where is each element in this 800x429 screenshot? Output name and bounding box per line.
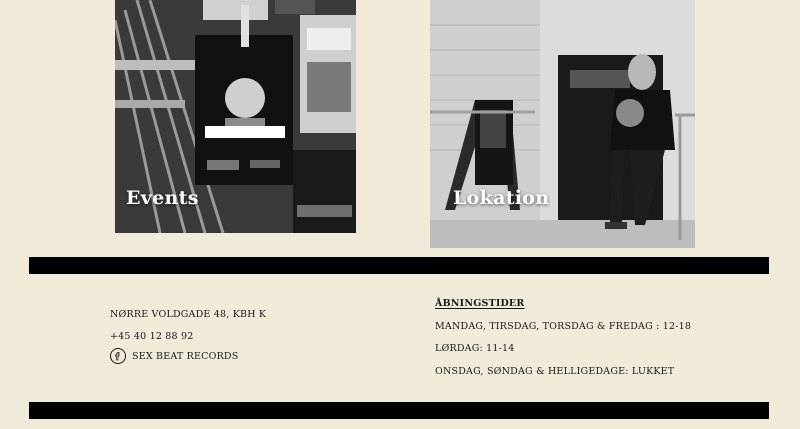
hours-line: ONSDAG, SØNDAG & HELLIGEDAGE: LUKKET: [435, 365, 675, 377]
opening-hours-block: ÅBNINGSTIDER MANDAG, TIRSDAG, TORSDAG & …: [435, 298, 691, 388]
hours-line: LØRDAG: 11-14: [435, 343, 515, 354]
events-title: Events: [126, 187, 199, 209]
location-title: Lokation: [453, 187, 550, 209]
location-tile[interactable]: Lokation: [430, 0, 695, 248]
opening-hours-title: ÅBNINGSTIDER: [435, 298, 525, 309]
facebook-icon: [110, 348, 126, 364]
page: Events Lokation NØRRE VOLDGADE 48, KBH K…: [0, 0, 800, 429]
storefront-photo-icon: [430, 0, 695, 248]
facebook-link[interactable]: SEX BEAT RECORDS: [110, 348, 266, 364]
contact-block: NØRRE VOLDGADE 48, KBH K +45 40 12 88 92…: [110, 309, 266, 364]
divider-bar-top: [29, 257, 769, 274]
events-tile[interactable]: Events: [115, 0, 356, 233]
hours-line: MANDAG, TIRSDAG, TORSDAG & FREDAG : 12-1…: [435, 320, 692, 332]
divider-bar-bottom: [29, 402, 769, 419]
address-text: NØRRE VOLDGADE 48, KBH K: [110, 309, 267, 320]
facebook-label: SEX BEAT RECORDS: [132, 350, 239, 362]
